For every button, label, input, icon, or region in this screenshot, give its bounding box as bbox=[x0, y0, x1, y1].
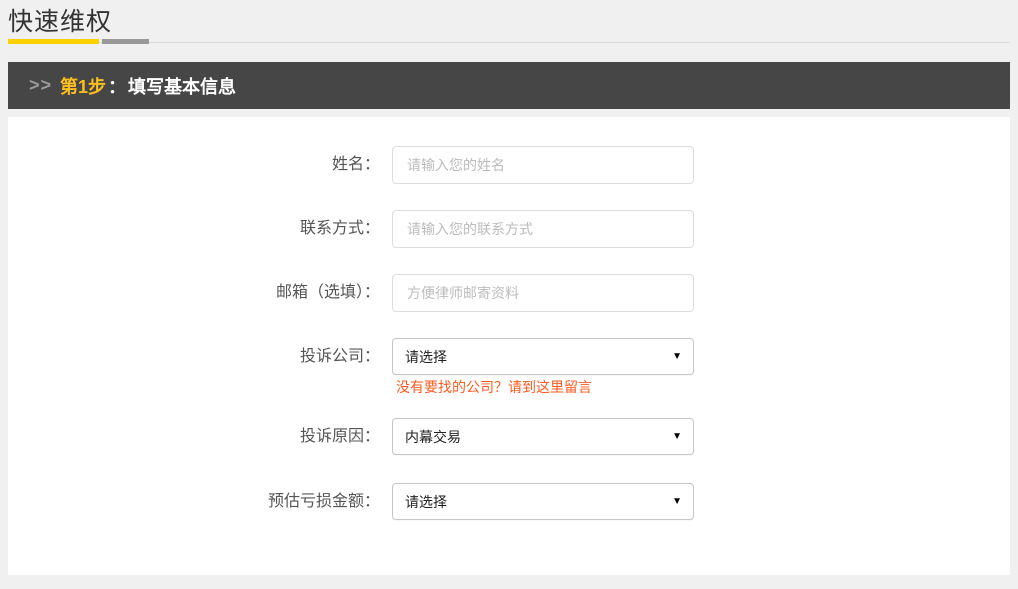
chevrons-icon: >> bbox=[29, 75, 52, 96]
email-input[interactable] bbox=[392, 274, 694, 312]
loss-amount-label: 预估亏损金额： bbox=[8, 483, 392, 521]
divider-line bbox=[8, 42, 1010, 43]
contact-label: 联系方式： bbox=[8, 210, 392, 248]
complaint-reason-selected-value: 内幕交易 bbox=[405, 427, 461, 447]
gray-underline-segment bbox=[102, 39, 149, 44]
page-title: 快速维权 bbox=[8, 7, 1010, 37]
contact-input[interactable] bbox=[392, 210, 694, 248]
accent-underline-segment bbox=[8, 39, 99, 44]
company-label: 投诉公司： bbox=[8, 338, 392, 376]
complaint-company-select[interactable]: 请选择 ▼ bbox=[392, 338, 694, 375]
form-row-email: 邮箱（选填）： bbox=[8, 274, 1010, 312]
step-title: 填写基本信息 bbox=[128, 73, 236, 99]
step-separator: ： bbox=[108, 73, 126, 99]
form-row-reason: 投诉原因： 内幕交易 ▼ bbox=[8, 418, 1010, 456]
estimated-loss-select[interactable]: 请选择 ▼ bbox=[392, 483, 694, 520]
name-label: 姓名： bbox=[8, 146, 392, 184]
form-row-loss-amount: 预估亏损金额： 请选择 ▼ bbox=[8, 483, 1010, 521]
company-not-found-link[interactable]: 没有要找的公司？请到这里留言 bbox=[396, 380, 694, 395]
email-label: 邮箱（选填）： bbox=[8, 274, 392, 312]
form-row-company: 投诉公司： 请选择 ▼ 没有要找的公司？请到这里留言 bbox=[8, 338, 1010, 395]
chevron-down-icon: ▼ bbox=[672, 497, 682, 507]
form-row-contact: 联系方式： bbox=[8, 210, 1010, 248]
estimated-loss-selected-value: 请选择 bbox=[405, 492, 447, 512]
step-bar: >> 第1步 ： 填写基本信息 bbox=[8, 62, 1010, 109]
name-input[interactable] bbox=[392, 146, 694, 184]
reason-label: 投诉原因： bbox=[8, 418, 392, 456]
chevron-down-icon: ▼ bbox=[672, 432, 682, 442]
form-row-name: 姓名： bbox=[8, 146, 1010, 184]
form-panel: 姓名： 联系方式： 邮箱（选填）： 投诉公司： 请选择 ▼ bbox=[8, 117, 1010, 575]
chevron-down-icon: ▼ bbox=[672, 352, 682, 362]
complaint-company-selected-value: 请选择 bbox=[405, 347, 447, 367]
page: 快速维权 >> 第1步 ： 填写基本信息 姓名： 联系方式： 邮箱（选填 bbox=[0, 0, 1018, 589]
title-underline bbox=[8, 39, 1010, 44]
step-number: 第1步 bbox=[60, 73, 106, 99]
complaint-reason-select[interactable]: 内幕交易 ▼ bbox=[392, 418, 694, 455]
page-header: 快速维权 bbox=[0, 0, 1018, 37]
